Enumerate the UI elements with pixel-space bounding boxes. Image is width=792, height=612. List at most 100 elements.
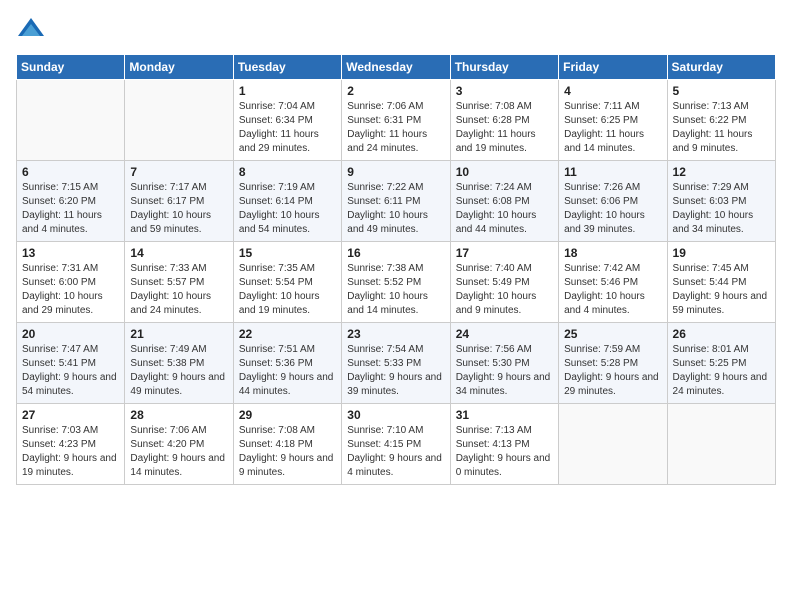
day-info: Sunrise: 7:17 AM Sunset: 6:17 PM Dayligh… — [130, 181, 227, 237]
day-info: Sunrise: 7:10 AM Sunset: 4:15 PM Dayligh… — [347, 424, 444, 480]
weekday-header: Sunday — [17, 55, 125, 80]
weekday-header: Thursday — [450, 55, 558, 80]
day-number: 9 — [347, 165, 444, 179]
calendar-cell: 9 Sunrise: 7:22 AM Sunset: 6:11 PM Daylig… — [342, 161, 450, 242]
calendar-cell: 22Sunrise: 7:51 AM Sunset: 5:36 PM Dayli… — [233, 323, 341, 404]
weekday-header: Saturday — [667, 55, 775, 80]
logo-icon — [16, 16, 46, 46]
calendar-cell: 5 Sunrise: 7:13 AM Sunset: 6:22 PM Daylig… — [667, 80, 775, 161]
day-number: 25 — [564, 327, 661, 341]
calendar-cell: 10 Sunrise: 7:24 AM Sunset: 6:08 PM Dayli… — [450, 161, 558, 242]
calendar-cell: 26 Sunrise: 8:01 AM Sunset: 5:25 PM Dayli… — [667, 323, 775, 404]
day-info: Sunrise: 7:49 AM Sunset: 5:38 PM Dayligh… — [130, 343, 227, 399]
day-number: 27 — [22, 408, 119, 422]
calendar-cell: 12 Sunrise: 7:29 AM Sunset: 6:03 PM Dayli… — [667, 161, 775, 242]
day-number: 18 — [564, 246, 661, 260]
calendar-cell: 11Sunrise: 7:26 AM Sunset: 6:06 PM Dayli… — [559, 161, 667, 242]
day-number: 30 — [347, 408, 444, 422]
day-info: Sunrise: 7:56 AM Sunset: 5:30 PM Dayligh… — [456, 343, 553, 399]
day-info: Sunrise: 7:59 AM Sunset: 5:28 PM Dayligh… — [564, 343, 661, 399]
weekday-header: Wednesday — [342, 55, 450, 80]
calendar-table: SundayMondayTuesdayWednesdayThursdayFrid… — [16, 54, 776, 485]
day-info: Sunrise: 7:08 AM Sunset: 6:28 PM Dayligh… — [456, 100, 553, 156]
day-number: 31 — [456, 408, 553, 422]
day-number: 29 — [239, 408, 336, 422]
calendar-cell: 23 Sunrise: 7:54 AM Sunset: 5:33 PM Dayli… — [342, 323, 450, 404]
day-info: Sunrise: 7:13 AM Sunset: 4:13 PM Dayligh… — [456, 424, 553, 480]
calendar-week-row: 27 Sunrise: 7:03 AM Sunset: 4:23 PM Dayli… — [17, 404, 776, 485]
day-info: Sunrise: 7:08 AM Sunset: 4:18 PM Dayligh… — [239, 424, 336, 480]
day-number: 10 — [456, 165, 553, 179]
day-number: 21 — [130, 327, 227, 341]
header-row: SundayMondayTuesdayWednesdayThursdayFrid… — [17, 55, 776, 80]
calendar-cell: 6 Sunrise: 7:15 AM Sunset: 6:20 PM Daylig… — [17, 161, 125, 242]
day-info: Sunrise: 7:06 AM Sunset: 4:20 PM Dayligh… — [130, 424, 227, 480]
calendar-cell: 24 Sunrise: 7:56 AM Sunset: 5:30 PM Dayli… — [450, 323, 558, 404]
day-number: 16 — [347, 246, 444, 260]
day-number: 8 — [239, 165, 336, 179]
day-number: 19 — [673, 246, 770, 260]
day-number: 14 — [130, 246, 227, 260]
calendar-cell — [125, 80, 233, 161]
calendar-cell: 15 Sunrise: 7:35 AM Sunset: 5:54 PM Dayli… — [233, 242, 341, 323]
day-number: 20 — [22, 327, 119, 341]
calendar-cell: 16 Sunrise: 7:38 AM Sunset: 5:52 PM Dayli… — [342, 242, 450, 323]
day-number: 24 — [456, 327, 553, 341]
day-info: Sunrise: 7:54 AM Sunset: 5:33 PM Dayligh… — [347, 343, 444, 399]
calendar-cell: 1 Sunrise: 7:04 AM Sunset: 6:34 PM Daylig… — [233, 80, 341, 161]
calendar-cell: 2 Sunrise: 7:06 AM Sunset: 6:31 PM Daylig… — [342, 80, 450, 161]
calendar-cell: 21 Sunrise: 7:49 AM Sunset: 5:38 PM Dayli… — [125, 323, 233, 404]
day-info: Sunrise: 7:06 AM Sunset: 6:31 PM Dayligh… — [347, 100, 444, 156]
day-info: Sunrise: 7:24 AM Sunset: 6:08 PM Dayligh… — [456, 181, 553, 237]
day-info: Sunrise: 8:01 AM Sunset: 5:25 PM Dayligh… — [673, 343, 770, 399]
day-number: 17 — [456, 246, 553, 260]
day-number: 12 — [673, 165, 770, 179]
day-info: Sunrise: 7:42 AM Sunset: 5:46 PM Dayligh… — [564, 262, 661, 318]
day-number: 7 — [130, 165, 227, 179]
calendar-cell: 25 Sunrise: 7:59 AM Sunset: 5:28 PM Dayli… — [559, 323, 667, 404]
day-info: Sunrise: 7:29 AM Sunset: 6:03 PM Dayligh… — [673, 181, 770, 237]
day-info: Sunrise: 7:47 AM Sunset: 5:41 PM Dayligh… — [22, 343, 119, 399]
day-info: Sunrise: 7:22 AM Sunset: 6:11 PM Dayligh… — [347, 181, 444, 237]
day-info: Sunrise: 7:35 AM Sunset: 5:54 PM Dayligh… — [239, 262, 336, 318]
day-number: 13 — [22, 246, 119, 260]
calendar-cell: 27 Sunrise: 7:03 AM Sunset: 4:23 PM Dayli… — [17, 404, 125, 485]
day-info: Sunrise: 7:31 AM Sunset: 6:00 PM Dayligh… — [22, 262, 119, 318]
day-number: 4 — [564, 84, 661, 98]
day-number: 6 — [22, 165, 119, 179]
calendar-cell: 7 Sunrise: 7:17 AM Sunset: 6:17 PM Daylig… — [125, 161, 233, 242]
day-info: Sunrise: 7:04 AM Sunset: 6:34 PM Dayligh… — [239, 100, 336, 156]
calendar-cell: 30 Sunrise: 7:10 AM Sunset: 4:15 PM Dayli… — [342, 404, 450, 485]
day-number: 5 — [673, 84, 770, 98]
day-info: Sunrise: 7:13 AM Sunset: 6:22 PM Dayligh… — [673, 100, 770, 156]
calendar-week-row: 20 Sunrise: 7:47 AM Sunset: 5:41 PM Dayli… — [17, 323, 776, 404]
calendar-cell: 20 Sunrise: 7:47 AM Sunset: 5:41 PM Dayli… — [17, 323, 125, 404]
weekday-header: Friday — [559, 55, 667, 80]
calendar-week-row: 6 Sunrise: 7:15 AM Sunset: 6:20 PM Daylig… — [17, 161, 776, 242]
day-number: 23 — [347, 327, 444, 341]
page-header — [16, 16, 776, 46]
calendar-cell: 4Sunrise: 7:11 AM Sunset: 6:25 PM Daylig… — [559, 80, 667, 161]
calendar-week-row: 1 Sunrise: 7:04 AM Sunset: 6:34 PM Daylig… — [17, 80, 776, 161]
calendar-cell: 13 Sunrise: 7:31 AM Sunset: 6:00 PM Dayli… — [17, 242, 125, 323]
day-info: Sunrise: 7:38 AM Sunset: 5:52 PM Dayligh… — [347, 262, 444, 318]
calendar-week-row: 13 Sunrise: 7:31 AM Sunset: 6:00 PM Dayli… — [17, 242, 776, 323]
calendar-cell: 29 Sunrise: 7:08 AM Sunset: 4:18 PM Dayli… — [233, 404, 341, 485]
day-info: Sunrise: 7:51 AM Sunset: 5:36 PM Dayligh… — [239, 343, 336, 399]
calendar-cell — [559, 404, 667, 485]
calendar-cell: 8 Sunrise: 7:19 AM Sunset: 6:14 PM Daylig… — [233, 161, 341, 242]
day-number: 2 — [347, 84, 444, 98]
day-info: Sunrise: 7:03 AM Sunset: 4:23 PM Dayligh… — [22, 424, 119, 480]
day-info: Sunrise: 7:19 AM Sunset: 6:14 PM Dayligh… — [239, 181, 336, 237]
calendar-cell: 14 Sunrise: 7:33 AM Sunset: 5:57 PM Dayli… — [125, 242, 233, 323]
day-number: 11 — [564, 165, 661, 179]
day-number: 15 — [239, 246, 336, 260]
logo — [16, 16, 50, 46]
day-info: Sunrise: 7:15 AM Sunset: 6:20 PM Dayligh… — [22, 181, 119, 237]
day-number: 1 — [239, 84, 336, 98]
weekday-header: Tuesday — [233, 55, 341, 80]
day-info: Sunrise: 7:45 AM Sunset: 5:44 PM Dayligh… — [673, 262, 770, 318]
day-info: Sunrise: 7:33 AM Sunset: 5:57 PM Dayligh… — [130, 262, 227, 318]
day-number: 26 — [673, 327, 770, 341]
calendar-cell: 19 Sunrise: 7:45 AM Sunset: 5:44 PM Dayli… — [667, 242, 775, 323]
